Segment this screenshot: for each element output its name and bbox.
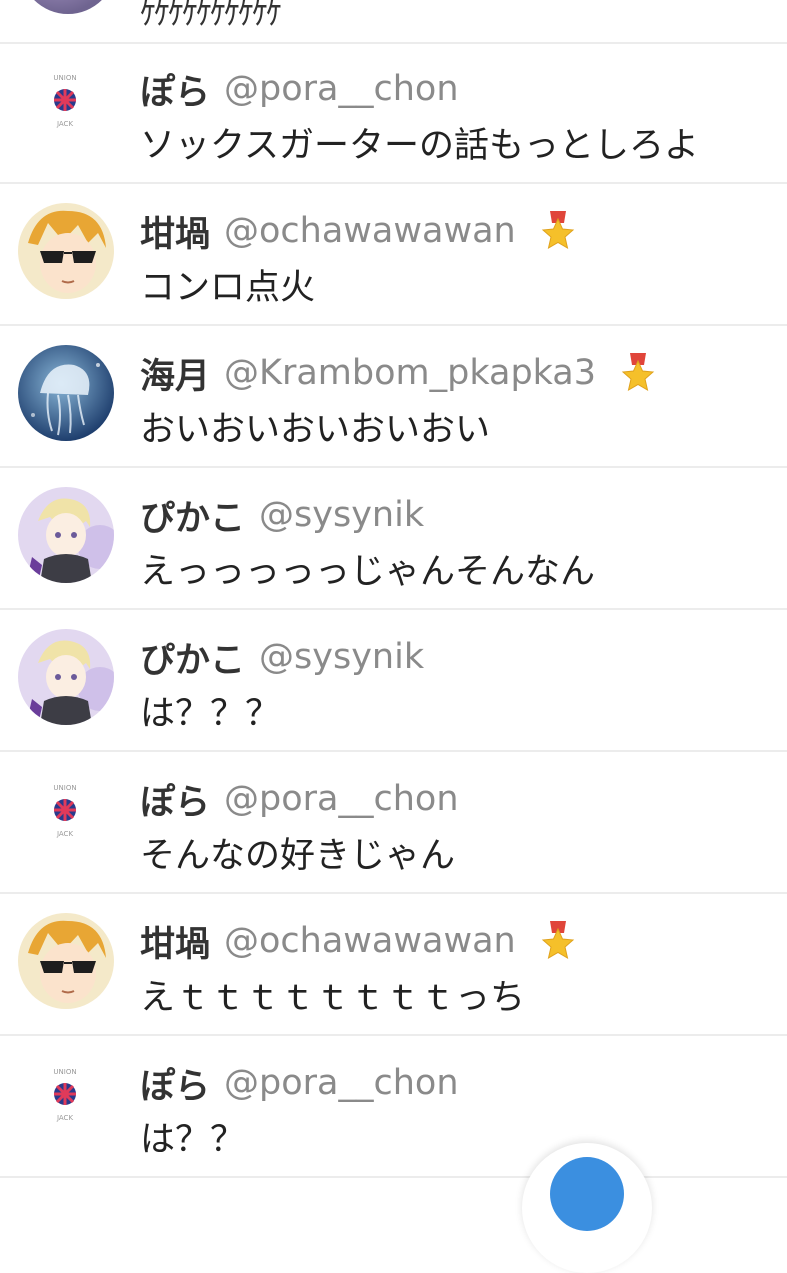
message-row[interactable]: UNION JACK ぽら @pora__chon ソックスガーターの話もっとしろよ xyxy=(0,44,787,184)
message-row[interactable]: ぴかこ @sysynik えっっっっっじゃんそんなん xyxy=(0,470,787,610)
display-name[interactable]: ぽら xyxy=(140,774,210,825)
avatar[interactable] xyxy=(18,913,114,1009)
message-row[interactable]: 海月 @Krambom_pkapka3 おいおいおいおいおい xyxy=(0,328,787,468)
message-text: えっっっっっじゃんそんなん xyxy=(140,552,596,592)
avatar[interactable] xyxy=(18,203,114,299)
author-line: ぽら @pora__chon xyxy=(140,67,459,113)
svg-text:JACK: JACK xyxy=(56,830,73,838)
star-medal-icon xyxy=(540,211,576,251)
message-text: そんなの好きじゃん xyxy=(140,836,456,876)
user-handle[interactable]: @ochawawawan xyxy=(224,921,516,961)
avatar[interactable]: UNION JACK xyxy=(40,1062,90,1132)
svg-text:UNION: UNION xyxy=(53,784,76,792)
svg-text:JACK: JACK xyxy=(56,120,73,128)
user-handle[interactable]: @pora__chon xyxy=(224,1063,459,1103)
avatar[interactable]: UNION JACK xyxy=(40,778,90,848)
message-row[interactable]: ぴかこ @sysynik は？？？ xyxy=(0,612,787,752)
star-medal-icon xyxy=(540,921,576,961)
user-handle[interactable]: @sysynik xyxy=(259,495,424,535)
avatar[interactable] xyxy=(18,345,114,441)
message-row[interactable]: 坩堝 @ochawawawan コンロ点火 xyxy=(0,186,787,326)
display-name[interactable]: ぽら xyxy=(140,64,210,115)
message-text: えｔｔｔｔｔｔｔｔっち xyxy=(140,978,526,1018)
author-line: ぽら @pora__chon xyxy=(140,1061,459,1107)
message-text: ソックスガーターの話もっとしろよ xyxy=(140,126,699,166)
display-name[interactable]: 海月 xyxy=(140,348,210,399)
star-medal-icon xyxy=(620,353,656,393)
display-name[interactable]: 坩堝 xyxy=(140,916,210,967)
author-line: ぴかこ @sysynik xyxy=(140,635,424,681)
user-handle[interactable]: @pora__chon xyxy=(224,69,459,109)
user-handle[interactable]: @sysynik xyxy=(259,637,424,677)
message-text: ｹｹｹｹｹｹｹｹｹｹ xyxy=(140,0,282,32)
message-text: コンロ点火 xyxy=(140,268,316,308)
display-name[interactable]: ぽら xyxy=(140,1058,210,1109)
avatar[interactable] xyxy=(20,0,116,14)
svg-text:UNION: UNION xyxy=(53,1068,76,1076)
svg-text:JACK: JACK xyxy=(56,1114,73,1122)
author-line: 海月 @Krambom_pkapka3 xyxy=(140,351,656,397)
compose-button-icon xyxy=(550,1157,624,1231)
display-name[interactable]: ぴかこ xyxy=(140,490,245,541)
message-row[interactable]: 坩堝 @ochawawawan えｔｔｔｔｔｔｔｔっち xyxy=(0,896,787,1036)
avatar[interactable] xyxy=(18,629,114,725)
avatar[interactable]: UNION JACK xyxy=(40,68,90,138)
compose-button[interactable] xyxy=(522,1143,652,1273)
display-name[interactable]: 坩堝 xyxy=(140,206,210,257)
display-name[interactable]: ぴかこ xyxy=(140,632,245,683)
message-row[interactable]: UNION JACK ぽら @pora__chon は？？ xyxy=(0,1038,787,1178)
partial-message-row[interactable]: ｹｹｹｹｹｹｹｹｹｹ xyxy=(0,0,787,44)
author-line: 坩堝 @ochawawawan xyxy=(140,919,576,965)
user-handle[interactable]: @pora__chon xyxy=(224,779,459,819)
author-line: ぽら @pora__chon xyxy=(140,777,459,823)
svg-text:UNION: UNION xyxy=(53,74,76,82)
message-text: は？？ xyxy=(140,1120,246,1160)
user-handle[interactable]: @Krambom_pkapka3 xyxy=(224,353,596,393)
user-handle[interactable]: @ochawawawan xyxy=(224,211,516,251)
author-line: 坩堝 @ochawawawan xyxy=(140,209,576,255)
avatar[interactable] xyxy=(18,487,114,583)
author-line: ぴかこ @sysynik xyxy=(140,493,424,539)
message-text: おいおいおいおいおい xyxy=(140,410,491,450)
message-text: は？？？ xyxy=(140,694,281,734)
message-row[interactable]: UNION JACK ぽら @pora__chon そんなの好きじゃん xyxy=(0,754,787,894)
